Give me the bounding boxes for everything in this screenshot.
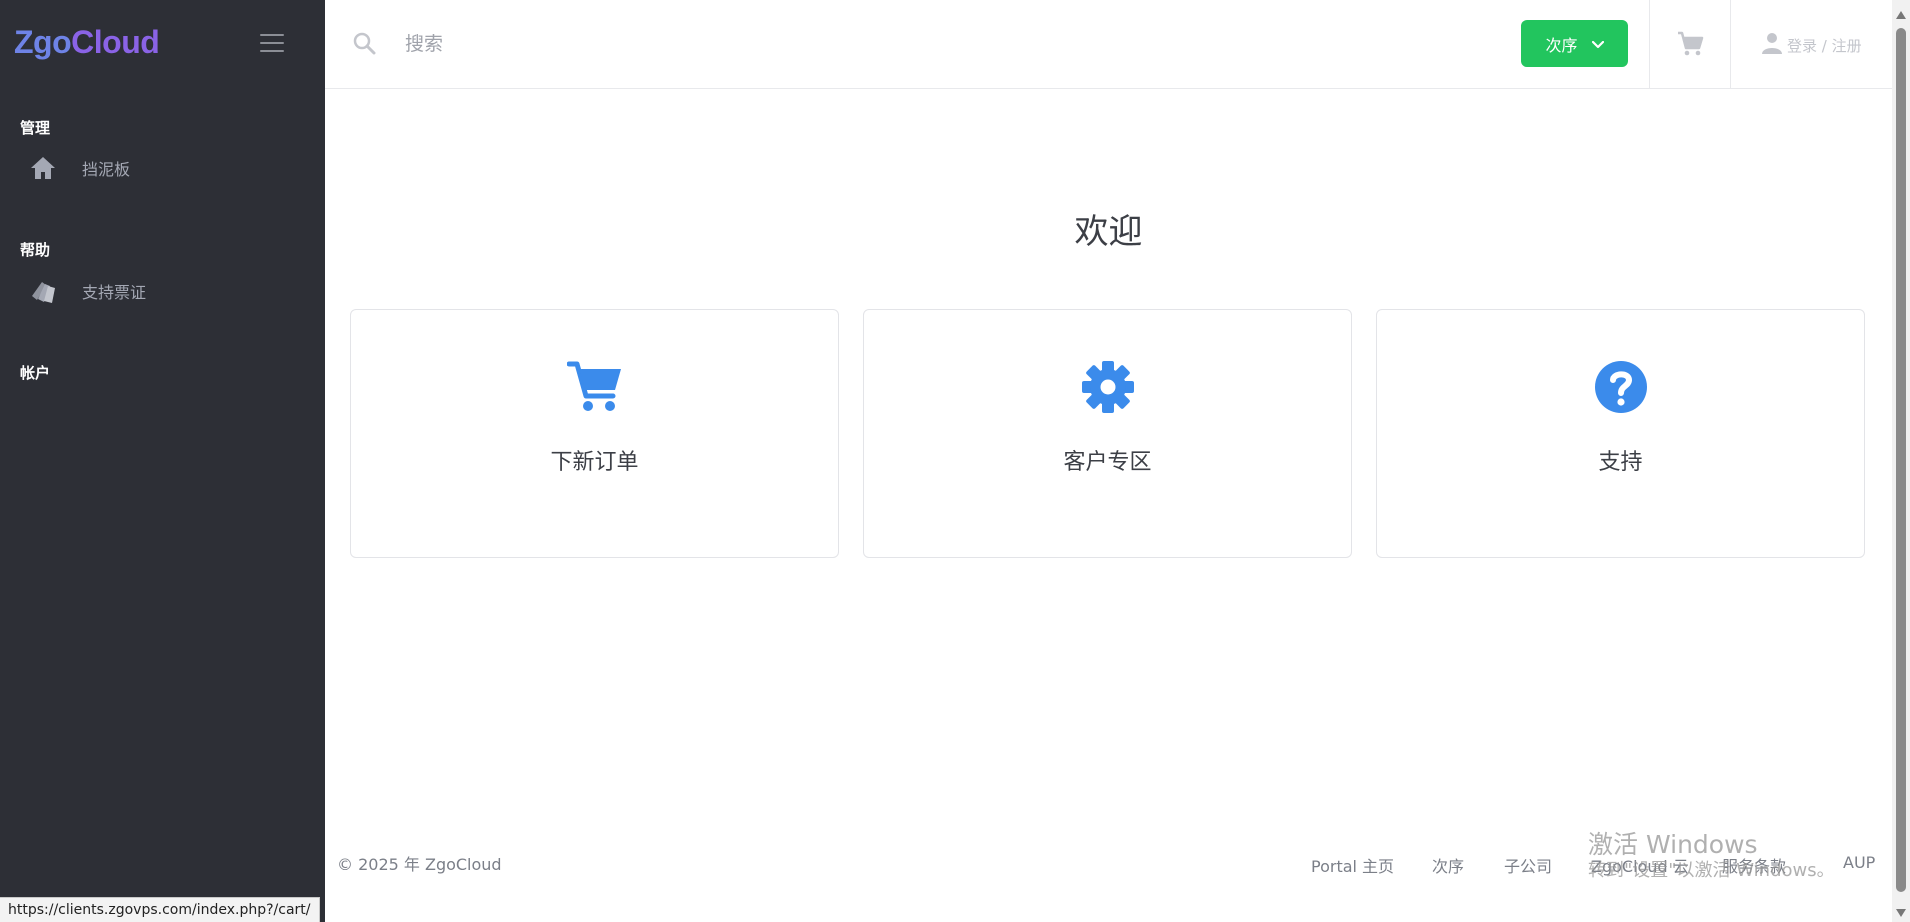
sidebar-item-label: 挡泥板: [82, 160, 131, 179]
gear-icon: [864, 360, 1351, 414]
menu-icon[interactable]: [260, 34, 284, 54]
user-icon: [1761, 32, 1783, 58]
footer-link-affiliates[interactable]: 子公司: [1504, 853, 1552, 877]
sidebar-item-dashboard[interactable]: 挡泥板: [28, 153, 298, 183]
scroll-down-arrow-icon[interactable]: [1895, 904, 1907, 917]
card-label: 下新订单: [550, 450, 639, 475]
tickets-icon: [28, 276, 58, 306]
home-icon: [28, 153, 58, 183]
sidebar-item-support-tickets[interactable]: 支持票证: [28, 276, 298, 306]
card-support[interactable]: 支持: [1376, 309, 1865, 558]
footer-link-order[interactable]: 次序: [1432, 853, 1464, 877]
cart-icon[interactable]: [1677, 30, 1705, 62]
header-divider: [1730, 0, 1731, 89]
footer-copyright: © 2025 年 ZgoCloud: [337, 855, 502, 874]
order-button-label: 次序: [1545, 35, 1578, 55]
sidebar-section-help: 帮助: [20, 241, 51, 259]
card-client-area[interactable]: 客户专区: [863, 309, 1352, 558]
order-button[interactable]: 次序: [1521, 20, 1628, 67]
header-divider: [1649, 0, 1650, 89]
footer-link-aup[interactable]: AUP: [1843, 853, 1875, 872]
search-input[interactable]: [405, 24, 1205, 64]
chevron-down-icon: [1591, 34, 1604, 53]
scrollbar-thumb[interactable]: [1896, 28, 1906, 892]
page-title: 欢迎: [1074, 212, 1143, 252]
login-register-link[interactable]: 登录 / 注册: [1761, 32, 1862, 58]
card-new-order[interactable]: 下新订单: [350, 309, 839, 558]
brand-logo[interactable]: ZgoCloud: [14, 24, 160, 61]
card-label: 客户专区: [1063, 450, 1152, 475]
footer-link-portal-home[interactable]: Portal 主页: [1311, 853, 1394, 877]
sidebar-section-account: 帐户: [20, 364, 51, 382]
sidebar: ZgoCloud 管理 挡泥板 帮助 支持票证 帐户: [0, 0, 325, 922]
sidebar-item-label: 支持票证: [82, 283, 147, 302]
top-header: 次序 登录 / 注册: [325, 0, 1892, 89]
windows-activation-watermark-text: 转到"设置"以激活 Windows。: [1588, 860, 1835, 881]
cart-icon: [351, 360, 838, 414]
search-icon: [352, 31, 376, 59]
sidebar-section-manage: 管理: [20, 119, 51, 137]
status-bar-url: https://clients.zgovps.com/index.php?/ca…: [0, 897, 320, 922]
scroll-up-arrow-icon[interactable]: [1895, 6, 1907, 19]
card-label: 支持: [1598, 450, 1643, 475]
login-register-label: 登录 / 注册: [1787, 36, 1862, 55]
question-icon: [1377, 360, 1864, 414]
